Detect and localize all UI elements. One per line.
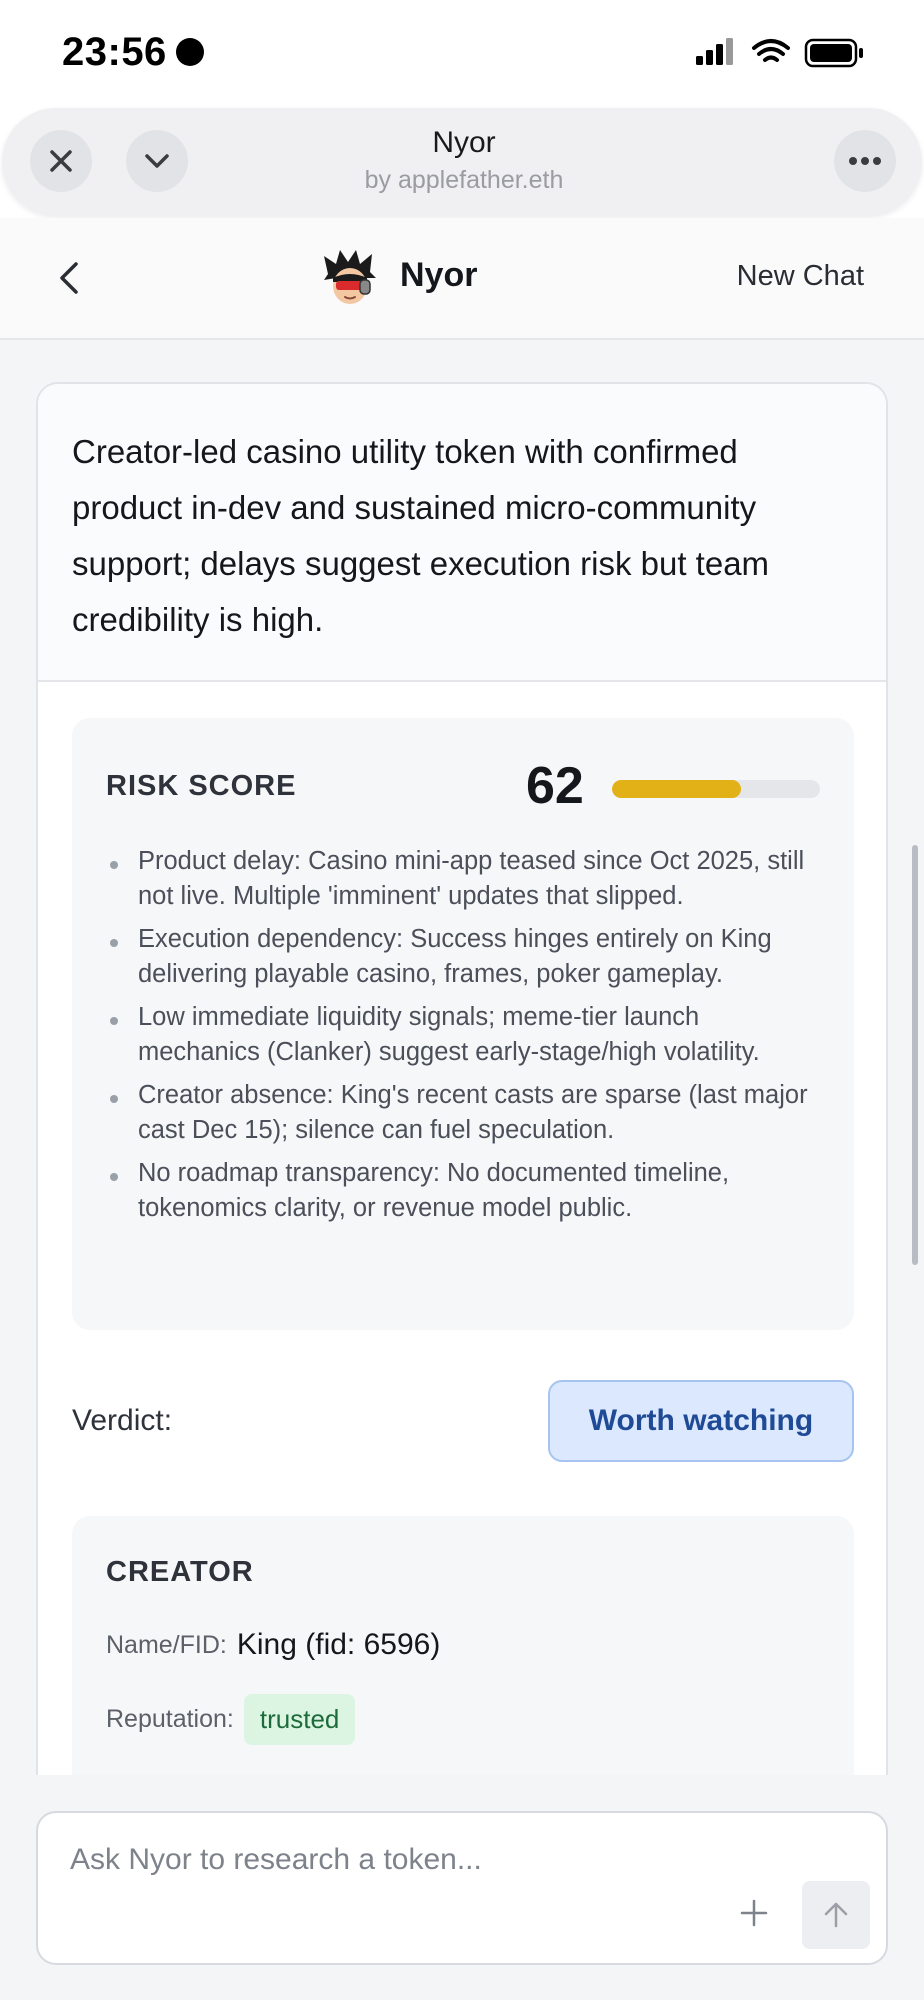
verdict-label: Verdict: [72, 1404, 173, 1437]
sheet-subtitle: by applefather.eth [364, 166, 564, 194]
chat-input[interactable] [70, 1843, 830, 1877]
status-time: 23:56 [62, 30, 167, 74]
risk-factor-item: Low immediate liquidity signals; meme-ti… [106, 1000, 826, 1070]
creator-section: CREATOR Name/FID: King (fid: 6596) Reput… [72, 1516, 854, 1775]
scrollbar[interactable] [912, 845, 918, 1265]
risk-factors-list: Product delay: Casino mini-app teased si… [106, 844, 826, 1234]
creator-label: CREATOR [106, 1556, 254, 1588]
risk-score-value: 62 [526, 757, 584, 815]
creator-name-value: King (fid: 6596) [236, 1628, 441, 1661]
token-analysis-card: Creator-led casino utility token with co… [36, 382, 888, 1775]
chat-scroll-area[interactable]: Creator-led casino utility token with co… [0, 340, 924, 1775]
miniapp-sheet-header: Nyor by applefather.eth [0, 108, 924, 218]
recording-indicator-icon [176, 38, 204, 66]
risk-score-bar-fill [612, 780, 741, 798]
composer-area [0, 1775, 924, 2000]
creator-reputation-row: Reputation: trusted [106, 1694, 356, 1745]
risk-factor-item: Execution dependency: Success hinges ent… [106, 922, 826, 992]
app-name: Nyor [400, 256, 478, 294]
wifi-icon [752, 39, 790, 62]
more-horizontal-icon [849, 157, 881, 165]
status-indicators [696, 38, 863, 68]
cellular-signal-icon [696, 38, 733, 65]
analysis-summary: Creator-led casino utility token with co… [38, 384, 886, 682]
send-button[interactable] [802, 1881, 870, 1949]
status-bar: 23:56 [0, 0, 924, 108]
composer [36, 1811, 888, 1965]
back-chevron-icon[interactable] [48, 256, 92, 300]
creator-name-row: Name/FID: King (fid: 6596) [106, 1628, 440, 1662]
new-chat-button[interactable]: New Chat [737, 260, 864, 293]
risk-score-section: RISK SCORE 62 Product delay: Casino mini… [72, 718, 854, 1330]
risk-factor-item: Product delay: Casino mini-app teased si… [106, 844, 826, 914]
plus-icon [740, 1899, 768, 1927]
app-nav-bar: Nyor New Chat [0, 218, 924, 340]
risk-factor-item: No roadmap transparency: No documented t… [106, 1156, 826, 1226]
creator-reputation-key: Reputation: [106, 1705, 234, 1733]
battery-icon [804, 38, 863, 68]
verdict-badge: Worth watching [548, 1380, 854, 1462]
more-options-button[interactable] [834, 130, 896, 192]
arrow-up-icon [824, 1902, 848, 1928]
attach-button[interactable] [734, 1893, 774, 1933]
creator-name-key: Name/FID: [106, 1630, 227, 1659]
nyor-avatar-icon [324, 250, 376, 304]
sheet-title: Nyor [432, 126, 496, 159]
risk-score-label: RISK SCORE [106, 770, 297, 802]
risk-score-bar [612, 780, 820, 798]
reputation-badge: trusted [243, 1694, 356, 1745]
risk-factor-item: Creator absence: King's recent casts are… [106, 1078, 826, 1148]
sheet-header-pill: Nyor by applefather.eth [2, 108, 922, 216]
